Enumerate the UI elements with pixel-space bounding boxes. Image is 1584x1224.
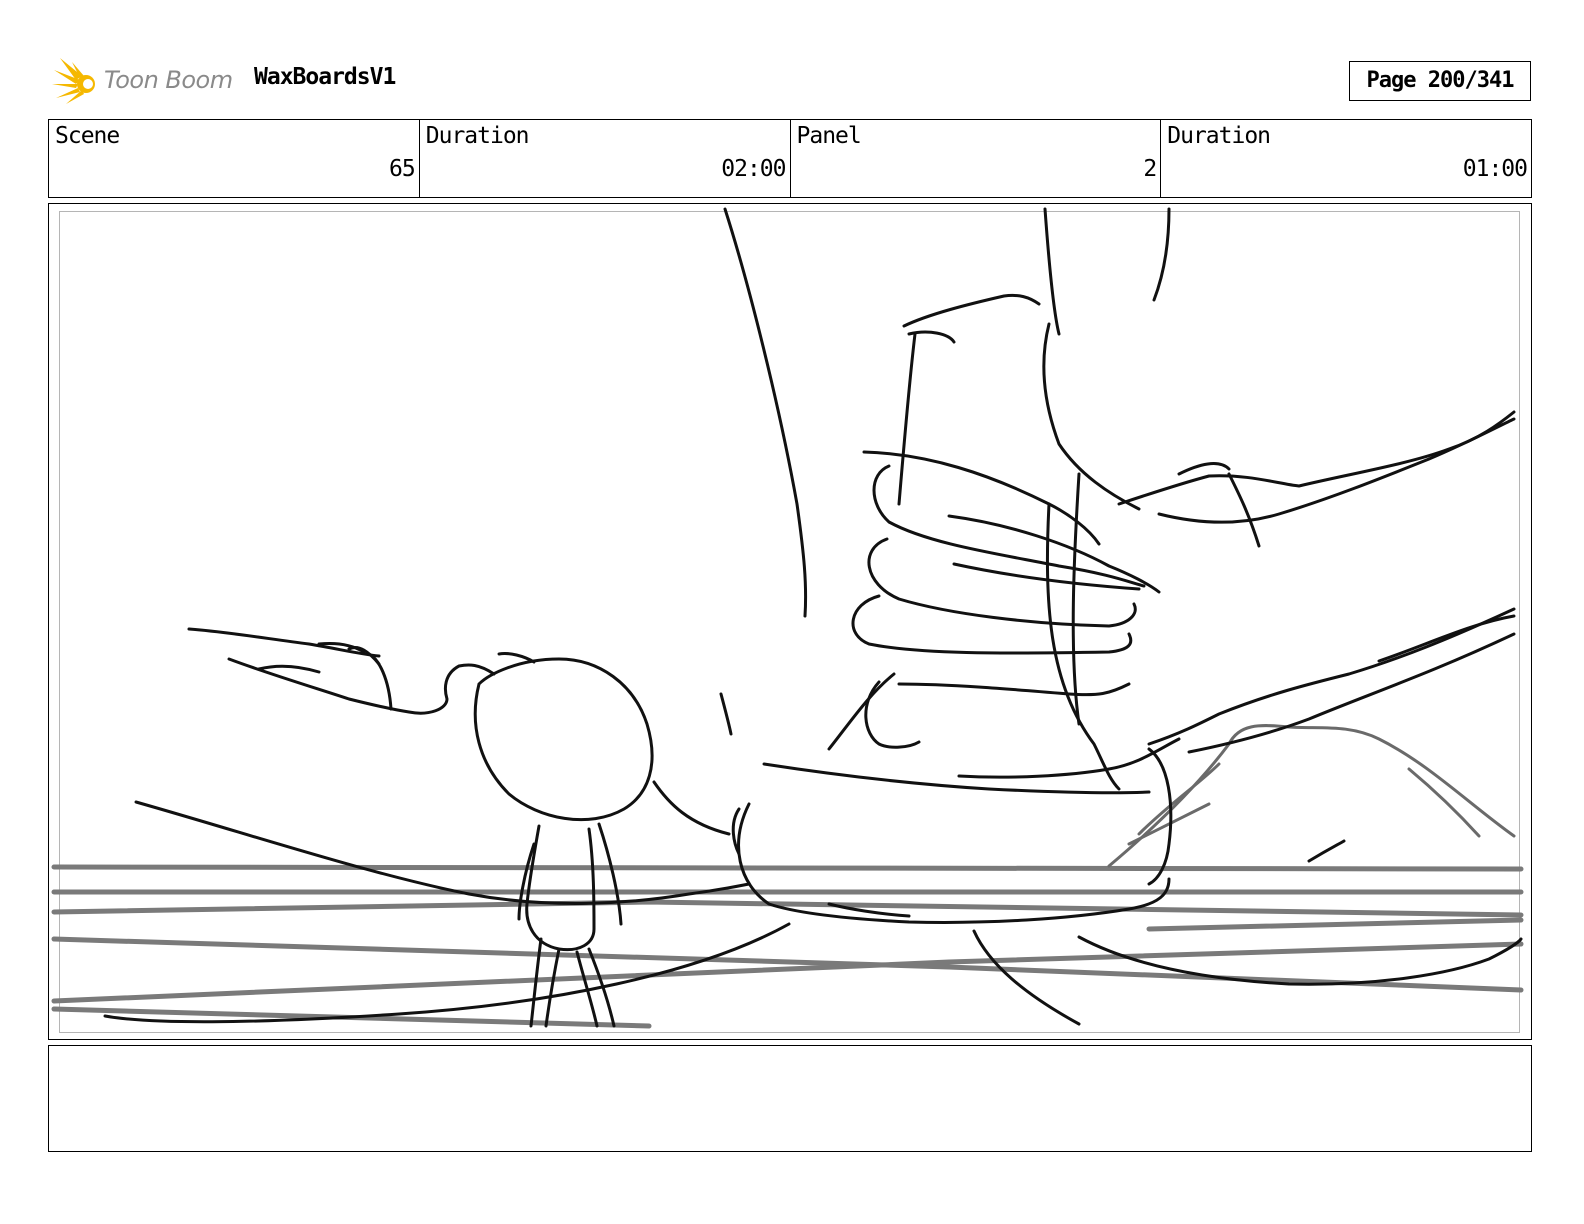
panel-duration-value: 01:00 — [1462, 156, 1528, 182]
panel-value: 2 — [1143, 156, 1157, 182]
panel-label: Panel — [796, 123, 862, 149]
page-number: Page 200/341 — [1349, 61, 1531, 101]
ring-ropes — [51, 864, 1524, 1029]
scene-duration-label: Duration — [425, 123, 530, 149]
toon-boom-logo: Toon Boom — [52, 56, 242, 106]
scene-duration-value: 02:00 — [721, 156, 786, 182]
scene-label: Scene — [55, 123, 120, 149]
brand-name: Toon Boom — [104, 66, 233, 94]
panel-cell: Panel 2 — [791, 120, 1162, 197]
sunburst-logo-icon — [52, 58, 95, 104]
scene-duration-cell: Duration 02:00 — [420, 120, 791, 197]
info-table: Scene 65 Duration 02:00 Panel 2 Duration… — [48, 119, 1532, 198]
scene-cell: Scene 65 — [49, 120, 420, 197]
notes-box — [48, 1045, 1532, 1152]
panel-duration-cell: Duration 01:00 — [1161, 120, 1531, 197]
project-title: WaxBoardsV1 — [254, 64, 396, 90]
panel-duration-label: Duration — [1167, 123, 1271, 149]
scene-value: 65 — [389, 156, 416, 182]
storyboard-panel — [48, 203, 1532, 1040]
sketch-drawing — [51, 207, 1524, 1029]
